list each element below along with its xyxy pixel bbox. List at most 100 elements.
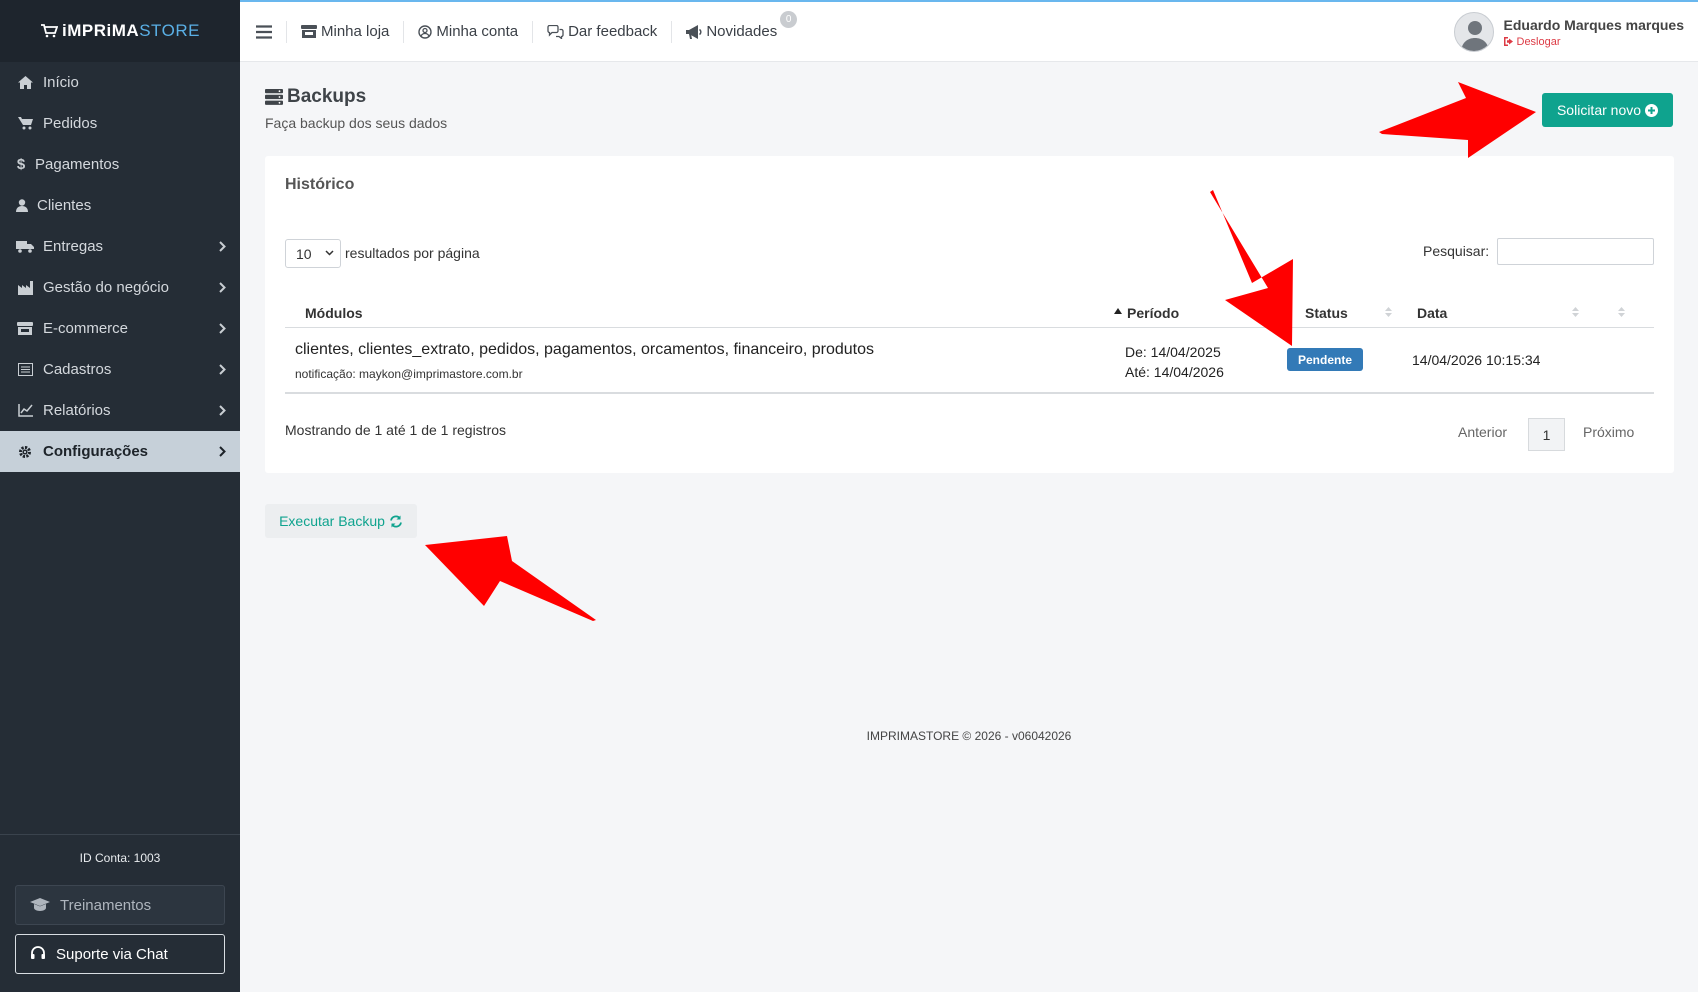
arrow-to-new-button: [1379, 82, 1536, 158]
chevron-right-icon: [219, 444, 226, 461]
sort-icon: [1618, 307, 1625, 317]
training-button[interactable]: Treinamentos: [15, 885, 225, 925]
store-icon: [15, 322, 35, 335]
status-badge: Pendente: [1287, 348, 1364, 371]
logout-label: Deslogar: [1516, 35, 1561, 48]
sidebar-item-entregas[interactable]: Entregas: [0, 226, 240, 267]
sidebar-item-pedidos[interactable]: Pedidos: [0, 103, 240, 144]
minha-loja-label: Minha loja: [321, 23, 390, 40]
megaphone-icon: [686, 24, 702, 39]
sidebar-item-label: Configurações: [43, 443, 149, 460]
row-date: 14/04/2026 10:15:34: [1412, 352, 1541, 368]
sidebar-item-label: Pedidos: [43, 115, 98, 132]
minha-conta-label: Minha conta: [436, 23, 519, 40]
sidebar-item-label: Relatórios: [43, 402, 111, 419]
pagination-previous[interactable]: Anterior: [1458, 424, 1507, 440]
sidebar-item-label: Cadastros: [43, 361, 112, 378]
headset-icon: [30, 946, 46, 962]
table-info: Mostrando de 1 até 1 de 1 registros: [285, 422, 507, 438]
cart-icon: [15, 117, 35, 130]
menu-toggle-icon[interactable]: [256, 24, 272, 39]
chat-support-label: Suporte via Chat: [56, 945, 168, 963]
brand-suffix: STORE: [139, 21, 200, 40]
execute-backup-button[interactable]: Executar Backup: [265, 504, 417, 538]
footer: IMPRIMASTORE © 2026 - v06042026: [866, 729, 1072, 743]
page-length-label: resultados por página: [345, 245, 480, 261]
comments-icon: [547, 24, 564, 39]
history-title: Histórico: [285, 176, 355, 193]
minha-conta-link[interactable]: Minha conta: [404, 23, 532, 40]
search-input[interactable]: [1497, 238, 1654, 265]
sidebar-item-label: Gestão do negócio: [43, 279, 169, 296]
chevron-right-icon: [219, 403, 226, 420]
sidebar-item-gestao[interactable]: Gestão do negócio: [0, 267, 240, 308]
sidebar: iMPRiMA STORE Início Pedidos $ Pagamentos…: [0, 0, 240, 992]
history-card: Histórico 10 resultados por página Pesqu…: [265, 156, 1674, 473]
sidebar-item-configuracoes[interactable]: Configurações: [0, 431, 240, 472]
execute-backup-label: Executar Backup: [279, 513, 385, 529]
chevron-down-icon: [325, 250, 334, 256]
row-period-to: Até: 14/04/2026: [1125, 364, 1224, 380]
novidades-link[interactable]: Novidades 0: [672, 11, 798, 40]
column-header-date[interactable]: Data: [1417, 298, 1447, 328]
feedback-label: Dar feedback: [568, 23, 658, 40]
request-new-backup-button[interactable]: Solicitar novo: [1542, 93, 1673, 127]
sort-icon: [1385, 307, 1392, 317]
user-icon: [15, 199, 29, 212]
chevron-right-icon: [219, 239, 226, 256]
column-header-modules[interactable]: Módulos: [305, 298, 363, 328]
pagination-next[interactable]: Próximo: [1583, 424, 1634, 440]
user-menu[interactable]: Eduardo Marques marques Deslogar: [1453, 12, 1685, 52]
training-label: Treinamentos: [60, 896, 152, 914]
sidebar-item-label: E-commerce: [43, 320, 129, 337]
brand-logo[interactable]: iMPRiMA STORE: [0, 0, 240, 62]
page-length-select[interactable]: 10: [285, 239, 341, 268]
sidebar-item-label: Início: [43, 74, 79, 91]
graduation-cap-icon: [30, 898, 50, 912]
dollar-icon: $: [16, 156, 26, 173]
row-modules: clientes, clientes_extrato, pedidos, pag…: [295, 341, 874, 358]
arrow-to-execute-button: [425, 536, 596, 621]
table-header-divider: [285, 327, 1654, 328]
sign-out-icon: [1503, 37, 1514, 46]
topbar: Minha loja Minha conta Dar feedback Novi…: [240, 0, 1698, 62]
user-circle-icon: [418, 24, 433, 39]
annotation-arrows: [425, 82, 1536, 621]
pagination-page-1[interactable]: 1: [1528, 418, 1565, 451]
chevron-right-icon: [219, 280, 226, 297]
chevron-right-icon: [219, 362, 226, 379]
column-header-period[interactable]: Período: [1127, 298, 1179, 328]
sidebar-item-inicio[interactable]: Início: [0, 62, 240, 103]
sort-icon: [1572, 307, 1579, 317]
user-avatar-icon: [1460, 21, 1489, 51]
chart-icon: [15, 404, 35, 417]
page-title: Backups: [265, 86, 366, 108]
avatar: [1453, 12, 1494, 52]
sidebar-item-label: Clientes: [37, 197, 92, 214]
chat-support-button[interactable]: Suporte via Chat: [15, 934, 225, 974]
gear-icon: [15, 445, 35, 459]
server-icon: [265, 89, 283, 105]
column-header-status[interactable]: Status: [1305, 298, 1348, 328]
sidebar-item-cadastros[interactable]: Cadastros: [0, 349, 240, 390]
minha-loja-link[interactable]: Minha loja: [287, 23, 403, 40]
store-icon: [301, 25, 317, 38]
account-id: ID Conta: 1003: [79, 851, 161, 865]
page-length-value: 10: [296, 245, 312, 262]
search-label: Pesquisar:: [1423, 243, 1490, 259]
sidebar-item-relatorios[interactable]: Relatórios: [0, 390, 240, 431]
logout-link[interactable]: Deslogar: [1503, 35, 1685, 48]
sidebar-item-label: Pagamentos: [35, 156, 120, 173]
plus-circle-icon: [1645, 103, 1659, 117]
cart-logo-icon: [41, 24, 59, 38]
sidebar-item-pagamentos[interactable]: $ Pagamentos: [0, 144, 240, 185]
feedback-link[interactable]: Dar feedback: [533, 23, 671, 40]
request-new-label: Solicitar novo: [1556, 102, 1642, 118]
row-period-from: De: 14/04/2025: [1125, 344, 1221, 360]
user-name: Eduardo Marques marques: [1503, 16, 1685, 33]
building-icon: [15, 280, 35, 295]
sidebar-item-label: Entregas: [43, 238, 104, 255]
sidebar-item-clientes[interactable]: Clientes: [0, 185, 240, 226]
sidebar-item-ecommerce[interactable]: E-commerce: [0, 308, 240, 349]
page-subtitle: Faça backup dos seus dados: [265, 115, 448, 131]
